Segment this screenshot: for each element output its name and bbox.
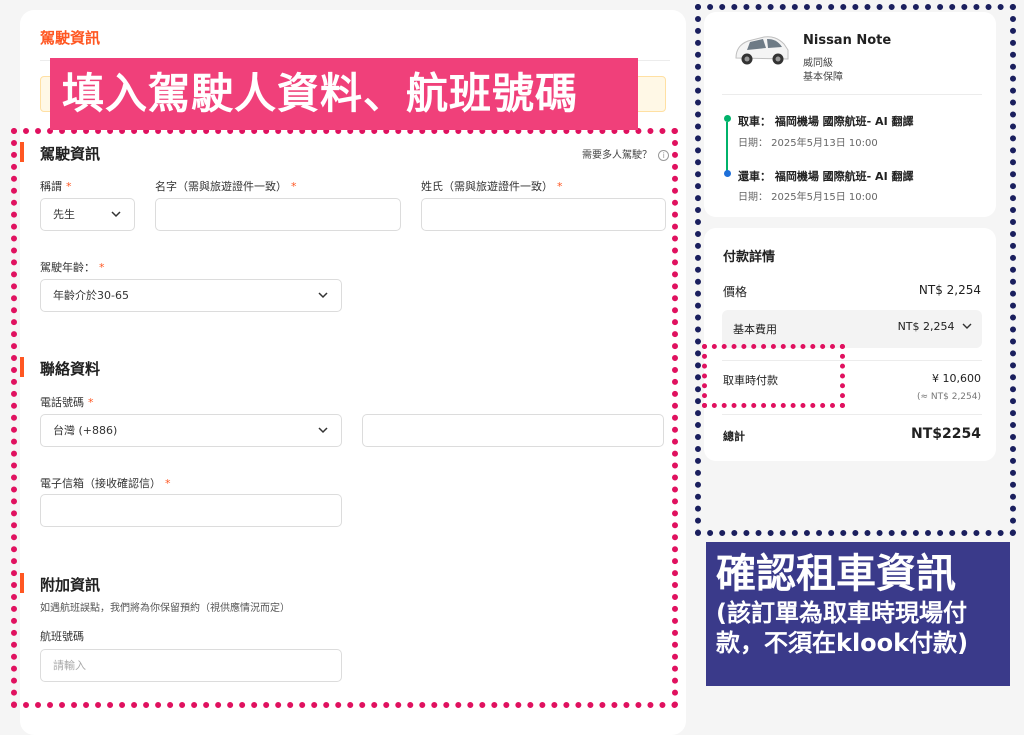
form-highlight-frame xyxy=(11,128,678,708)
annotation-sub: (該訂單為取車時現場付款，不須在klook付款) xyxy=(716,599,969,657)
summary-highlight-frame xyxy=(695,4,1016,536)
annotation-box: 確認租車資訊 (該訂單為取車時現場付款，不須在klook付款) xyxy=(706,542,1010,686)
page-title: 駕駛資訊 xyxy=(40,29,101,47)
instruction-banner: 填入駕駛人資料、航班號碼 xyxy=(50,58,638,130)
annotation-title: 確認租車資訊 xyxy=(716,551,956,597)
